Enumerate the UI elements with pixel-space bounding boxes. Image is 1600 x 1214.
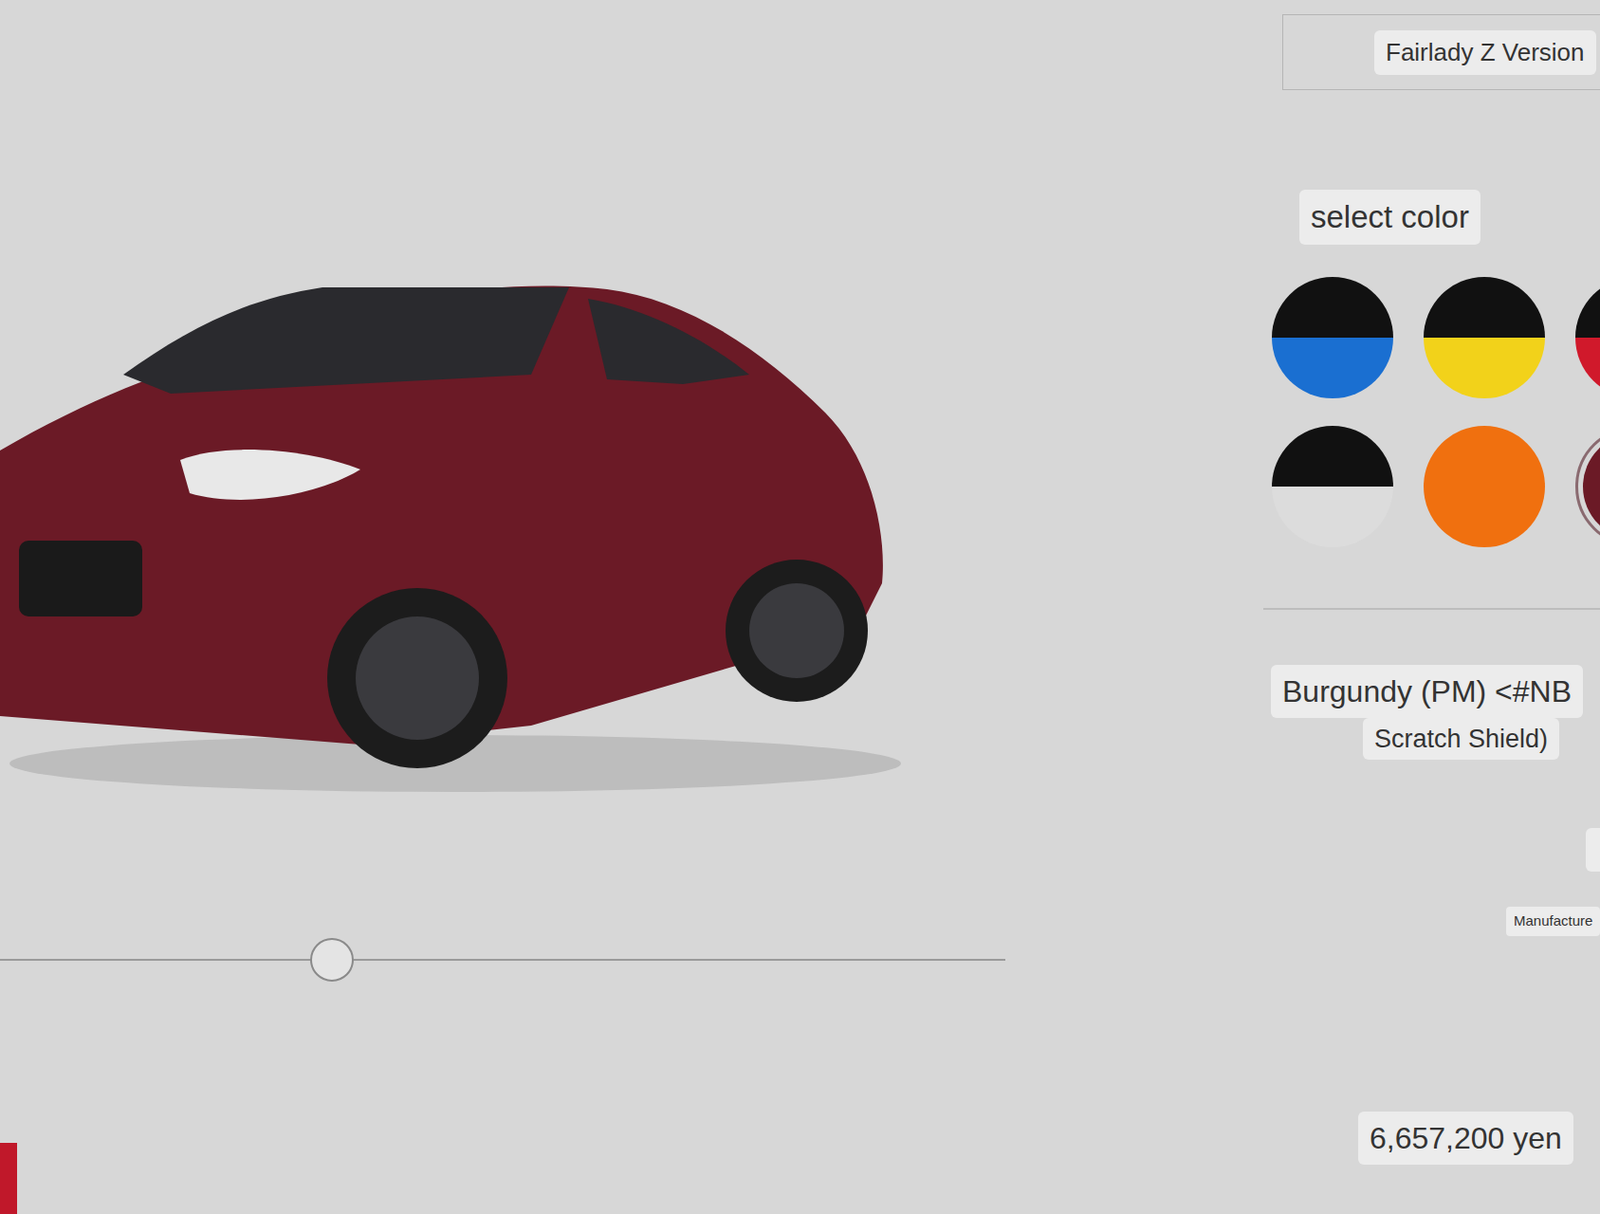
- swatch-fill: [1271, 425, 1394, 548]
- color-swatch[interactable]: [1423, 276, 1545, 399]
- price: 6,657,200 yen: [1358, 1111, 1574, 1165]
- car-picture: [0, 270, 935, 802]
- car-preview: [0, 270, 935, 802]
- color-swatch[interactable]: [1575, 425, 1600, 548]
- color-swatch[interactable]: [1575, 276, 1600, 399]
- footnote: Manufacture: [1506, 906, 1600, 937]
- version-title: Fairlady Z Version: [1374, 30, 1597, 75]
- swatch-fill: [1575, 276, 1600, 399]
- color-swatch[interactable]: [1271, 425, 1394, 548]
- slider-knob[interactable]: [310, 937, 354, 982]
- selected-color-name: Burgundy (PM) <#NB: [1270, 664, 1583, 718]
- swatch-fill: [1423, 425, 1545, 548]
- rotation-slider[interactable]: [0, 937, 1006, 982]
- version-box: Fairlady Z Version: [1282, 14, 1600, 91]
- configurator-page: Fairlady Z Version select color Burgundy (…: [0, 0, 1600, 1214]
- color-swatch[interactable]: [1271, 276, 1394, 399]
- red-tab[interactable]: [0, 1142, 18, 1214]
- slider-track: [0, 958, 1006, 961]
- swatch-fill: [1423, 276, 1545, 399]
- preview-area: [0, 0, 1264, 1214]
- select-color-label: select color: [1299, 189, 1481, 245]
- selected-color-note: Scratch Shield): [1362, 717, 1560, 761]
- swatch-fill: [1582, 433, 1600, 540]
- divider: [1263, 607, 1600, 610]
- option-chip[interactable]: [1585, 827, 1600, 872]
- swatch-grid: [1271, 276, 1600, 548]
- options-panel: Fairlady Z Version select color Burgundy (…: [1263, 0, 1600, 1214]
- swatch-fill: [1271, 276, 1394, 399]
- color-swatch[interactable]: [1423, 425, 1545, 548]
